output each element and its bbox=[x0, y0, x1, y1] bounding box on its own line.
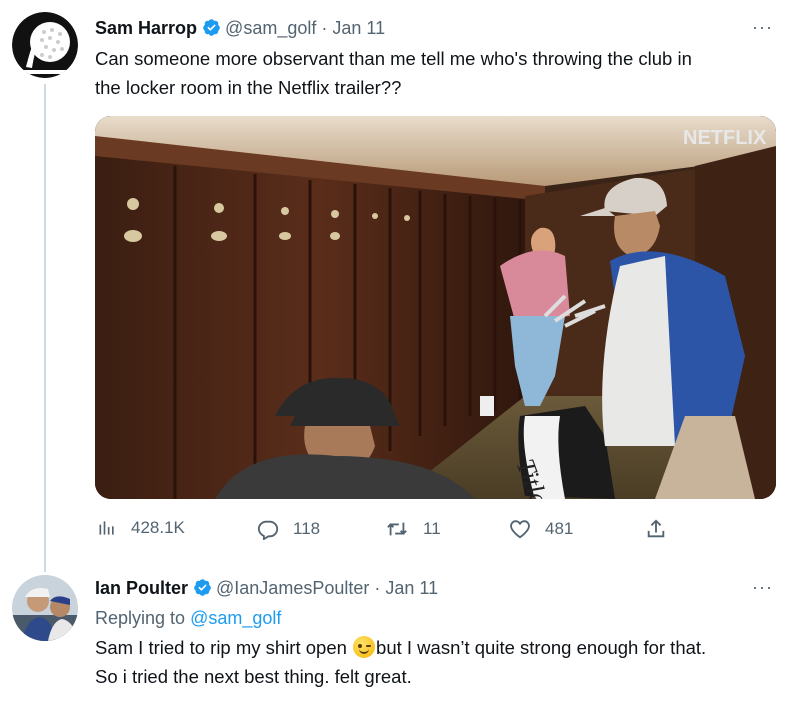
tweet-date[interactable]: Jan 11 bbox=[332, 18, 385, 38]
tweet-text-line-1: Can someone more observant than me tell … bbox=[95, 48, 692, 69]
netflix-watermark: NETFLIX bbox=[683, 127, 767, 149]
winking-face-emoji-icon bbox=[353, 636, 376, 658]
tweet-sam-harrop[interactable]: Sam Harrop @sam_golf · Jan 11 ··· Can som… bbox=[0, 0, 799, 572]
locker-room-image: Titleist NETFLIX bbox=[95, 116, 776, 499]
retweet-icon bbox=[387, 522, 407, 536]
reply-count: 118 bbox=[293, 519, 321, 538]
retweet-action[interactable]: 11 bbox=[385, 518, 441, 540]
thread-line bbox=[44, 84, 46, 572]
tweet-text-line-1: Sam I tried to rip my shirt open but I w… bbox=[95, 633, 706, 662]
views-action[interactable]: 428.1K bbox=[97, 518, 185, 538]
retweet-count: 11 bbox=[423, 519, 441, 538]
verified-badge-icon bbox=[193, 578, 212, 602]
avatar-sam-harrop[interactable] bbox=[12, 12, 78, 78]
share-icon bbox=[647, 519, 665, 538]
tweet-text-part-2: but I wasn’t quite strong enough for tha… bbox=[376, 637, 707, 658]
tweet-actions: 428.1K 118 11 481 bbox=[0, 518, 799, 546]
author-handle[interactable]: @sam_golf bbox=[225, 18, 316, 38]
heart-icon bbox=[510, 520, 530, 539]
more-options-button[interactable]: ··· bbox=[752, 17, 773, 38]
tweet-date[interactable]: Jan 11 bbox=[385, 578, 438, 598]
replying-to: Replying to @sam_golf bbox=[95, 607, 281, 629]
golf-ball-logo-icon bbox=[12, 12, 78, 78]
author-name[interactable]: Sam Harrop bbox=[95, 18, 197, 38]
tweet-text-part-1: Sam I tried to rip my shirt open bbox=[95, 637, 347, 658]
replying-to-label: Replying to bbox=[95, 608, 186, 628]
like-count: 481 bbox=[545, 519, 574, 538]
tweet-text-line-2: the locker room in the Netflix trailer?? bbox=[95, 77, 402, 98]
reply-action[interactable]: 118 bbox=[257, 518, 320, 540]
separator-dot: · bbox=[374, 578, 381, 598]
more-options-button[interactable]: ··· bbox=[752, 577, 773, 598]
profile-photo-icon bbox=[12, 575, 78, 641]
tweet-header: Sam Harrop @sam_golf · Jan 11 bbox=[95, 17, 385, 42]
tweet-text: Sam I tried to rip my shirt open but I w… bbox=[95, 633, 706, 691]
views-count: 428.1K bbox=[131, 518, 185, 537]
analytics-icon bbox=[99, 521, 114, 535]
tweet-media-video[interactable]: Titleist NETFLIX bbox=[95, 116, 776, 499]
avatar-ian-poulter[interactable] bbox=[12, 575, 78, 641]
tweet-text-line-2: So i tried the next best thing. felt gre… bbox=[95, 666, 412, 687]
share-action[interactable] bbox=[645, 518, 667, 540]
tweet-ian-poulter[interactable]: Ian Poulter @IanJamesPoulter · Jan 11 ···… bbox=[0, 560, 799, 707]
tweet-header: Ian Poulter @IanJamesPoulter · Jan 11 bbox=[95, 577, 438, 602]
like-action[interactable]: 481 bbox=[509, 518, 573, 540]
tweet-text: Can someone more observant than me tell … bbox=[95, 44, 692, 102]
separator-dot: · bbox=[321, 18, 328, 38]
author-name[interactable]: Ian Poulter bbox=[95, 578, 188, 598]
author-handle[interactable]: @IanJamesPoulter bbox=[216, 578, 369, 598]
verified-badge-icon bbox=[202, 18, 221, 42]
reply-icon bbox=[257, 520, 279, 540]
replying-to-handle-link[interactable]: @sam_golf bbox=[190, 608, 281, 628]
